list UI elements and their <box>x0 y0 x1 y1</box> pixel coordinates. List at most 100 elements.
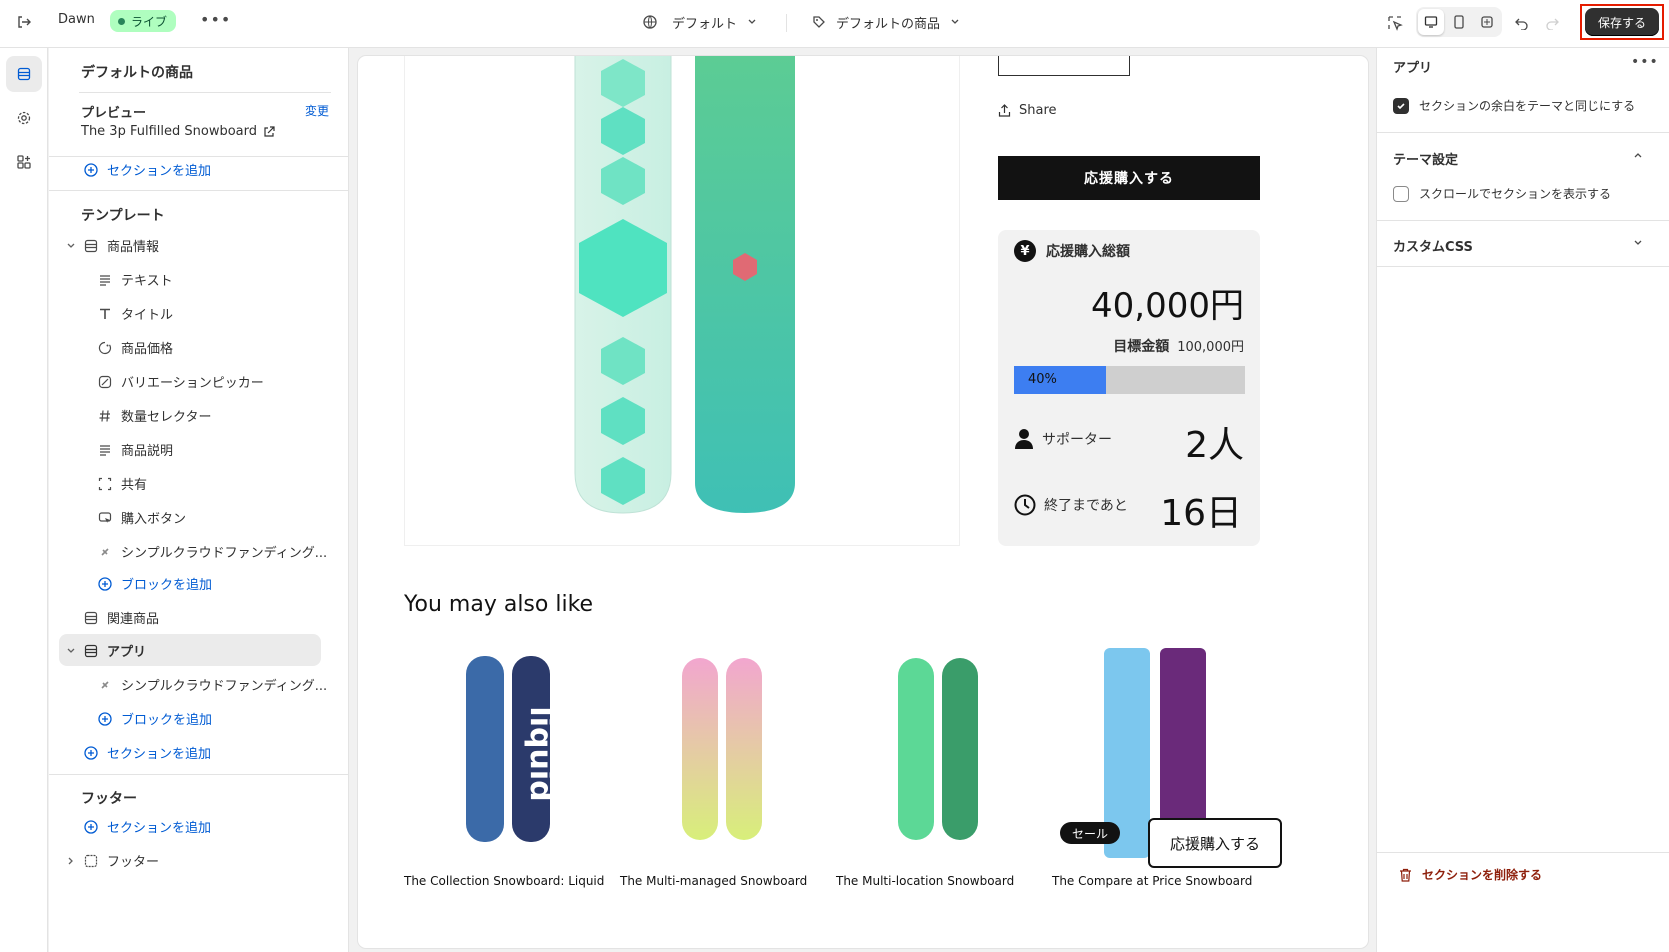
divider <box>49 156 348 157</box>
exit-icon[interactable] <box>14 12 34 32</box>
block-item[interactable]: 商品説明 <box>97 440 173 459</box>
preview-product[interactable]: The 3p Fulfilled Snowboard <box>81 124 275 139</box>
product-title[interactable]: The Compare at Price Snowboard <box>1052 874 1252 888</box>
share-button[interactable]: Share <box>998 103 1057 118</box>
delete-section-button[interactable]: セクションを削除する <box>1399 866 1542 883</box>
product-card[interactable]: セール The Compare at Price Snowboard <box>1052 644 1257 944</box>
section-footer[interactable]: フッター <box>65 851 159 870</box>
buy-button[interactable]: 応援購入する <box>998 156 1260 200</box>
section-apps[interactable]: アプリ <box>65 641 146 660</box>
divider <box>786 14 787 32</box>
section-icon <box>83 238 99 254</box>
redo-icon[interactable] <box>1540 11 1564 35</box>
yen-icon: ¥ <box>1014 240 1036 262</box>
chevron-down-icon <box>950 17 960 27</box>
block-item[interactable]: 共有 <box>97 474 147 493</box>
cf-supporters-value: 2人 <box>1185 425 1244 466</box>
section-sidebar: デフォルトの商品 プレビュー 変更 The 3p Fulfilled Snowb… <box>49 48 349 952</box>
custom-css-heading[interactable]: カスタムCSS <box>1393 236 1473 255</box>
block-label: タイトル <box>121 308 174 323</box>
footer-heading: フッター <box>81 791 137 807</box>
change-preview-link[interactable]: 変更 <box>305 102 329 119</box>
inspector-icon[interactable] <box>1384 12 1406 34</box>
section-product-info[interactable]: 商品情報 <box>65 236 159 255</box>
apps-block-crowdfunding[interactable]: シンプルクラウドファンディング... <box>97 675 327 694</box>
add-section-template[interactable]: セクションを追加 <box>83 743 211 762</box>
cf-progress-label: 40% <box>1028 372 1057 387</box>
mobile-view-icon[interactable] <box>1446 9 1472 35</box>
block-item[interactable]: シンプルクラウドファンディング... <box>97 542 327 561</box>
add-section-footer[interactable]: セクションを追加 <box>83 817 211 836</box>
divider <box>1377 132 1669 133</box>
divider <box>1377 266 1669 267</box>
apps-icon[interactable] <box>6 144 42 180</box>
block-label: 商品説明 <box>121 444 174 459</box>
plus-circle-icon <box>83 162 99 178</box>
product-title[interactable]: The Multi-location Snowboard <box>836 874 1014 888</box>
person-icon <box>1014 428 1034 450</box>
chevron-up-icon[interactable] <box>1633 150 1643 160</box>
checkbox-checked-icon[interactable] <box>1393 97 1409 114</box>
product-card[interactable]: The Multi-managed Snowboard <box>620 644 825 944</box>
block-item[interactable]: バリエーションピッカー <box>97 372 264 391</box>
panel-title: アプリ <box>1393 61 1433 76</box>
add-section-header[interactable]: セクションを追加 <box>83 160 211 179</box>
product-card[interactable]: The Multi-location Snowboard <box>836 644 1041 944</box>
block-item[interactable]: タイトル <box>97 304 173 323</box>
settings-gear-icon[interactable] <box>6 100 42 136</box>
product-image: liquid <box>466 656 558 842</box>
sidebar-title: デフォルトの商品 <box>81 65 193 81</box>
section-icon <box>83 853 99 869</box>
share-icon <box>97 476 113 492</box>
product-image <box>898 658 978 840</box>
live-badge: ライブ <box>110 10 177 32</box>
chevron-right-icon <box>65 853 77 869</box>
preview-label: プレビュー <box>81 106 147 121</box>
cf-total: 40,000円 <box>1091 286 1244 326</box>
snowboard-image <box>574 56 795 514</box>
clock-icon <box>1014 494 1036 516</box>
also-like-heading: You may also like <box>404 592 594 617</box>
match-margin-checkbox[interactable]: セクションの余白をテーマと同じにする <box>1393 97 1635 114</box>
block-item[interactable]: 購入ボタン <box>97 508 186 527</box>
block-item[interactable]: テキスト <box>97 270 173 289</box>
text-icon <box>97 442 113 458</box>
more-icon[interactable]: ••• <box>200 10 231 29</box>
product-title[interactable]: The Collection Snowboard: Liquid <box>404 874 604 888</box>
template-heading: テンプレート <box>81 208 165 224</box>
undo-icon[interactable] <box>1510 11 1534 35</box>
product-title[interactable]: The Multi-managed Snowboard <box>620 874 807 888</box>
more-icon[interactable]: ••• <box>1631 54 1659 70</box>
product-select[interactable]: デフォルトの商品 <box>812 10 960 34</box>
quantity-stepper[interactable]: − 1 + <box>998 56 1130 76</box>
scroll-reveal-checkbox[interactable]: スクロールでセクションを表示する <box>1393 185 1611 202</box>
block-item[interactable]: 数量セレクター <box>97 406 211 425</box>
theme-settings-heading[interactable]: テーマ設定 <box>1393 149 1458 168</box>
plus-circle-icon <box>83 819 99 835</box>
checkbox-unchecked-icon[interactable] <box>1393 185 1409 202</box>
save-button[interactable]: 保存する <box>1585 8 1659 36</box>
share-icon <box>998 104 1011 117</box>
cf-progress-bar: 40% <box>1014 366 1245 394</box>
product-image <box>682 658 762 840</box>
block-label: 数量セレクター <box>121 410 212 425</box>
block-label: 共有 <box>121 478 148 493</box>
section-related-products[interactable]: 関連商品 <box>83 608 159 627</box>
app-block-icon <box>97 677 113 693</box>
buy-icon <box>97 510 113 526</box>
chevron-down-icon <box>65 238 77 254</box>
chevron-down-icon[interactable] <box>1633 238 1643 248</box>
template-select[interactable]: デフォルト <box>642 10 757 34</box>
sections-icon[interactable] <box>6 56 42 92</box>
divider <box>79 92 331 93</box>
block-label: 商品価格 <box>121 342 174 357</box>
fullscreen-view-icon[interactable] <box>1474 9 1500 35</box>
svg-text:liquid: liquid <box>523 706 558 801</box>
desktop-view-icon[interactable] <box>1418 9 1444 35</box>
cf-supporters: サポーター <box>1014 428 1112 450</box>
block-item[interactable]: 商品価格 <box>97 338 173 357</box>
sticky-buy-button[interactable]: 応援購入する <box>1148 818 1282 868</box>
add-block-apps[interactable]: ブロックを追加 <box>97 709 212 728</box>
add-block-product-info[interactable]: ブロックを追加 <box>97 574 212 593</box>
product-card[interactable]: liquid The Collection Snowboard: Liquid <box>404 644 609 944</box>
